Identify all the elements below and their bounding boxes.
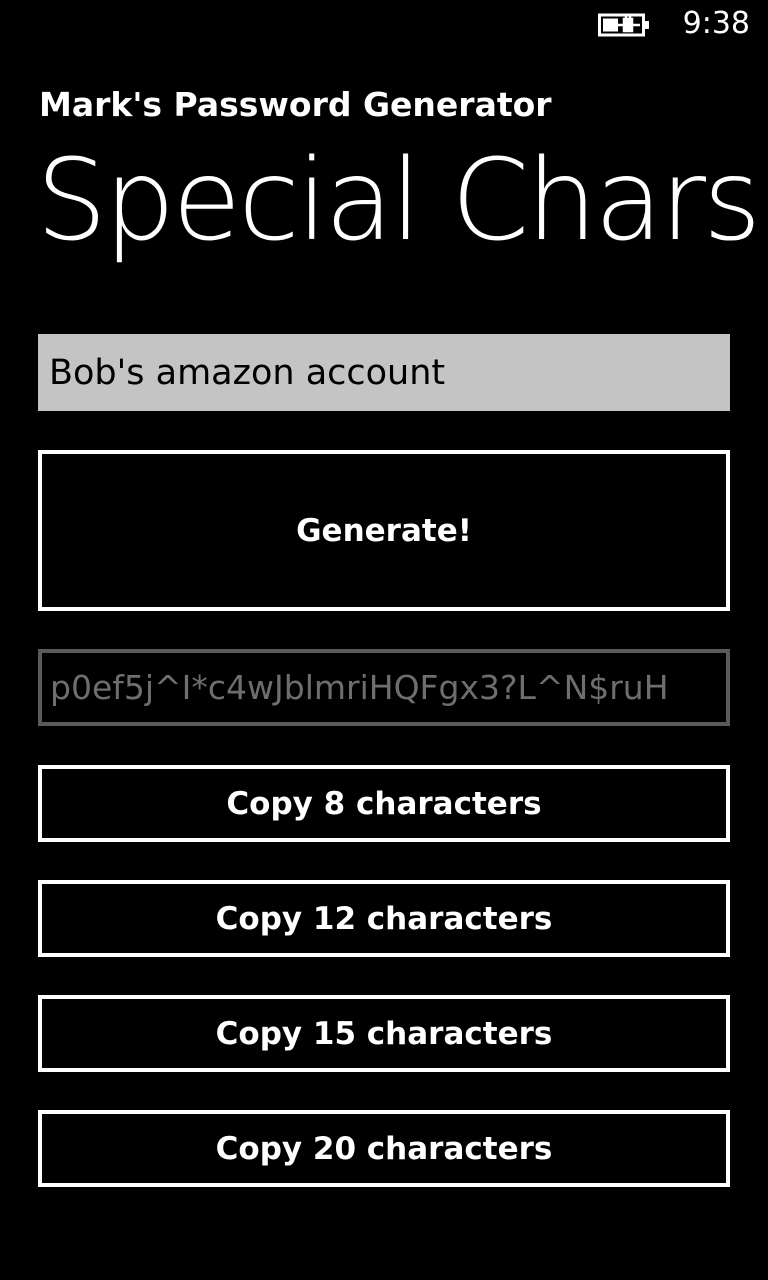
copy-20-characters-button[interactable]: Copy 20 characters (38, 1110, 730, 1187)
app-title: Mark's Password Generator (39, 85, 552, 124)
status-clock: 9:38 (682, 6, 750, 41)
generated-password-field[interactable]: p0ef5j^I*c4wJblmriHQFgx3?L^N$ruH (38, 649, 730, 726)
copy-15-characters-button[interactable]: Copy 15 characters (38, 995, 730, 1072)
generate-button[interactable]: Generate! (38, 450, 730, 611)
battery-charging-icon (598, 12, 650, 38)
app-screen: 9:38 Mark's Password Generator Special C… (0, 0, 768, 1280)
pivot-item-special-chars[interactable]: Special Chars (36, 136, 761, 266)
account-name-input[interactable] (38, 334, 730, 411)
copy-8-characters-button[interactable]: Copy 8 characters (38, 765, 730, 842)
generated-password-text: p0ef5j^I*c4wJblmriHQFgx3?L^N$ruH (50, 668, 669, 707)
copy-12-characters-button[interactable]: Copy 12 characters (38, 880, 730, 957)
status-bar: 9:38 (0, 0, 768, 50)
pivot-header: Special CharsA (36, 136, 768, 266)
